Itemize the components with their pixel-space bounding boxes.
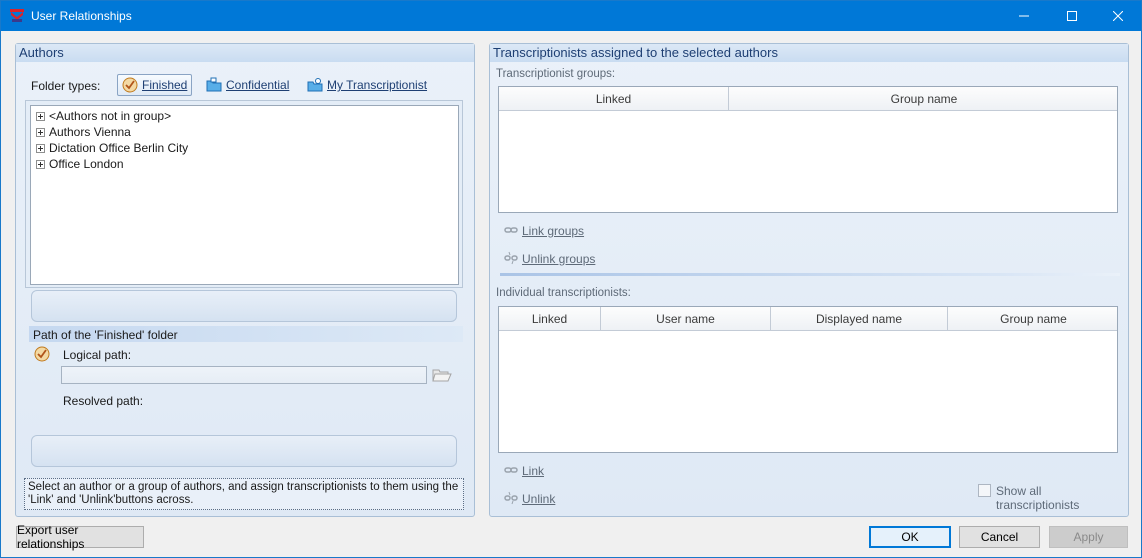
unlink-icon [504,491,518,508]
tree-item[interactable]: Authors Vienna [36,124,131,140]
folder-type-my-transcriptionist-button[interactable]: My Transcriptionist [303,74,431,96]
folder-type-finished-label: Finished [142,78,188,92]
hint-text: Select an author or a group of authors, … [24,478,464,510]
apply-button[interactable]: Apply [1049,526,1128,548]
export-user-relationships-button[interactable]: Export user relationships [16,523,144,551]
expand-icon[interactable] [36,143,45,153]
link-icon [504,224,518,238]
path-section-header: Path of the 'Finished' folder [29,326,463,342]
expand-icon[interactable] [36,111,45,121]
tree-item-label: <Authors not in group> [49,109,172,123]
maximize-button[interactable] [1049,1,1095,31]
my-transcriptionist-folder-icon [307,77,323,93]
transcriptionists-panel-header: Transcriptionists assigned to the select… [490,44,1128,62]
resolved-path-box [31,435,457,467]
tree-item-label: Authors Vienna [49,125,131,139]
link-button[interactable]: Link [500,460,548,482]
individuals-grid[interactable]: Linked User name Displayed name Group na… [498,306,1118,453]
logical-path-field[interactable] [61,366,427,384]
groups-grid[interactable]: Linked Group name [498,86,1118,213]
show-all-transcriptionists-checkbox[interactable] [978,484,991,497]
column-header-user-name[interactable]: User name [601,307,771,331]
transcriptionist-groups-label: Transcriptionist groups: [496,68,616,80]
link-groups-button[interactable]: Link groups [500,220,588,242]
authors-panel-header: Authors [16,44,474,62]
authors-info-box [31,290,457,322]
tree-item-label: Dictation Office Berlin City [49,141,189,155]
show-all-transcriptionists-label: Show all transcriptionists [996,484,1080,512]
folder-type-confidential-button[interactable]: Confidential [202,74,293,96]
confidential-folder-icon [206,77,222,93]
column-header-displayed-name[interactable]: Displayed name [771,307,948,331]
unlink-groups-label: Unlink groups [522,252,596,266]
resolved-path-label: Resolved path: [63,394,144,408]
expand-icon[interactable] [36,159,45,169]
authors-tree[interactable]: <Authors not in group> Authors Vienna Di… [30,105,459,285]
expand-icon[interactable] [36,127,45,137]
column-header-group-name[interactable]: Group name [729,87,1119,111]
individual-transcriptionists-label: Individual transcriptionists: [496,287,631,299]
logical-path-label: Logical path: [63,348,132,362]
tree-item[interactable]: Dictation Office Berlin City [36,140,188,156]
link-groups-label: Link groups [522,224,585,238]
open-folder-icon [432,369,452,382]
folder-type-finished-button[interactable]: Finished [117,74,193,96]
maximize-icon [1067,11,1077,21]
tree-item[interactable]: <Authors not in group> [36,108,171,124]
folder-type-my-transcriptionist-label: My Transcriptionist [327,78,428,92]
window-title: User Relationships [31,9,132,23]
finished-path-icon [34,346,50,365]
authors-tree-frame: <Authors not in group> Authors Vienna Di… [25,100,463,288]
browse-folder-button[interactable] [432,367,452,386]
cancel-button[interactable]: Cancel [959,526,1040,548]
folder-types-label: Folder types: [31,79,101,93]
folder-type-confidential-label: Confidential [226,78,290,92]
finished-folder-icon [122,77,138,93]
user-relationships-window: User Relationships Authors Folder types:… [0,0,1142,558]
minimize-button[interactable] [1001,1,1047,31]
column-header-group-name[interactable]: Group name [948,307,1119,331]
unlink-groups-button[interactable]: Unlink groups [500,248,599,270]
tree-item-label: Office London [49,157,124,171]
authors-panel: Authors Folder types: Finished Confident… [15,43,475,517]
close-button[interactable] [1095,1,1141,31]
link-icon [504,464,518,478]
column-header-linked[interactable]: Linked [499,307,601,331]
minimize-icon [1019,15,1029,17]
transcriptionists-panel: Transcriptionists assigned to the select… [489,43,1129,517]
title-bar: User Relationships [1,1,1141,31]
column-header-linked[interactable]: Linked [499,87,729,111]
unlink-icon [504,251,518,268]
ok-button[interactable]: OK [869,526,951,548]
unlink-button[interactable]: Unlink [500,488,559,510]
app-icon [9,7,25,23]
close-icon [1113,11,1123,21]
groups-grid-header: Linked Group name [499,87,1117,111]
section-divider [500,273,1120,276]
unlink-label: Unlink [522,492,556,506]
link-label: Link [522,464,545,478]
tree-item[interactable]: Office London [36,156,124,172]
individuals-grid-header: Linked User name Displayed name Group na… [499,307,1117,331]
